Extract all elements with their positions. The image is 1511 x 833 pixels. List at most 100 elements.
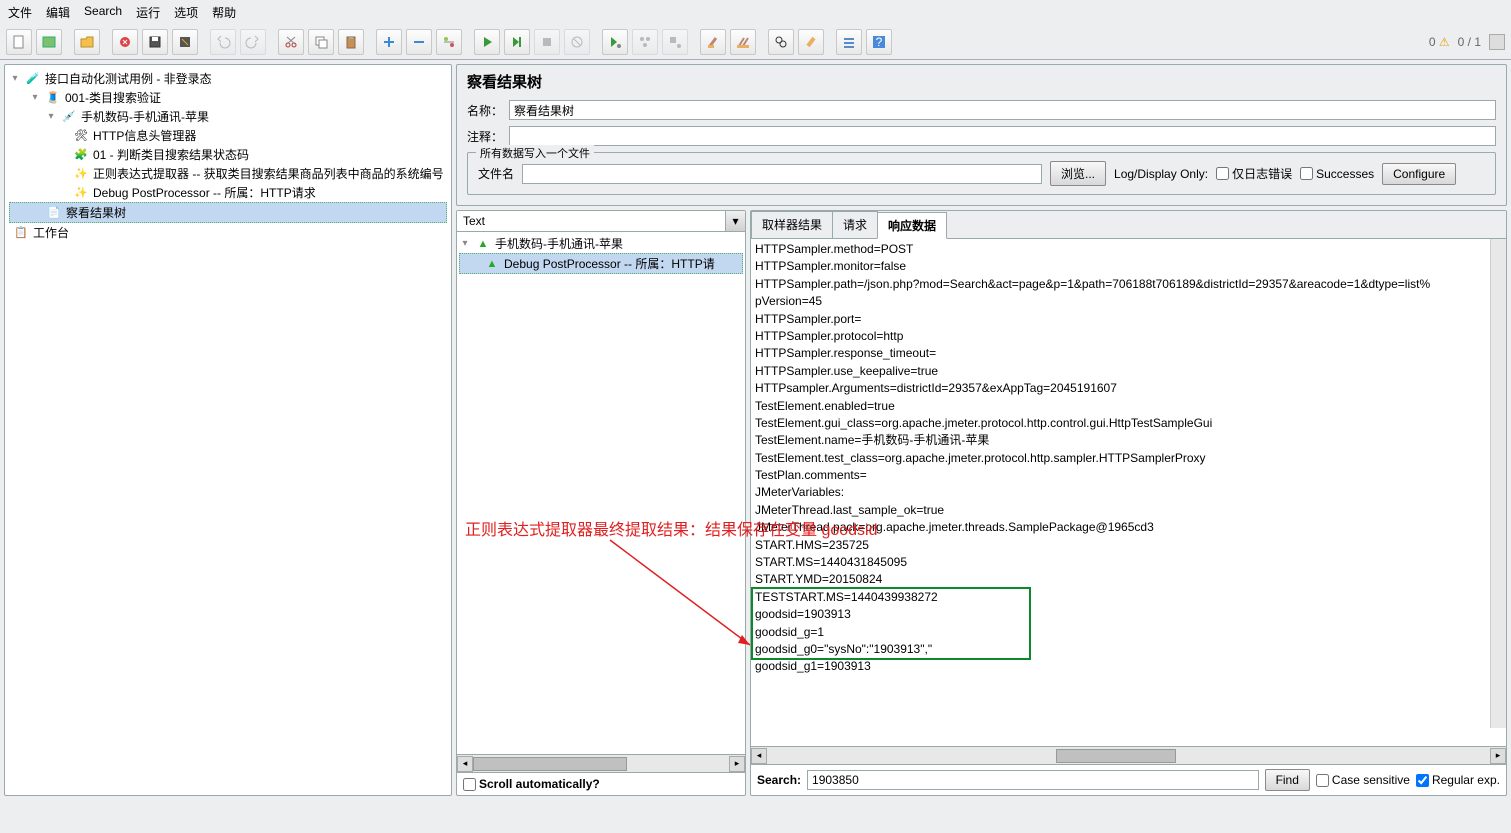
results-list-panel: ▾ ▾▲手机数码-手机通讯-苹果 ▲Debug PostProcessor --…	[456, 210, 746, 796]
page-icon: 📄	[46, 205, 62, 221]
expand-icon[interactable]	[376, 29, 402, 55]
remote-start-icon[interactable]	[602, 29, 628, 55]
menu-edit[interactable]: 编辑	[46, 4, 70, 21]
tab-request[interactable]: 请求	[832, 211, 878, 238]
spool-icon: 🧵	[45, 90, 61, 106]
search-tree-icon[interactable]	[768, 29, 794, 55]
tree-workbench[interactable]: 📋工作台	[9, 223, 447, 242]
menu-run[interactable]: 运行	[136, 4, 160, 21]
response-line: pVersion=45	[755, 293, 1502, 310]
scroll-auto-checkbox[interactable]: Scroll automatically?	[463, 777, 600, 791]
success-icon: ▲	[475, 236, 491, 252]
saveas-icon[interactable]	[172, 29, 198, 55]
menu-search[interactable]: Search	[84, 4, 122, 21]
paste-icon[interactable]	[338, 29, 364, 55]
result-debug[interactable]: ▲Debug PostProcessor -- 所属：HTTP请	[459, 253, 743, 274]
tree-testplan[interactable]: ▾🧪接口自动化测试用例 - 非登录态	[9, 69, 447, 88]
dropdown-arrow-icon[interactable]: ▾	[725, 211, 745, 231]
menu-file[interactable]: 文件	[8, 4, 32, 21]
response-line: goodsid_g0="sysNo":"1903913","	[755, 641, 1502, 658]
copy-icon[interactable]	[308, 29, 334, 55]
menu-bar: 文件 编辑 Search 运行 选项 帮助	[0, 0, 1511, 25]
undo-icon[interactable]	[210, 29, 236, 55]
response-line: HTTPSampler.protocol=http	[755, 328, 1502, 345]
stop-icon[interactable]	[534, 29, 560, 55]
tab-response-data[interactable]: 响应数据	[877, 212, 947, 239]
case-sensitive-checkbox[interactable]: Case sensitive	[1316, 773, 1410, 787]
mid-hscroll[interactable]: ◂▸	[457, 754, 745, 772]
clear-all-icon[interactable]	[730, 29, 756, 55]
new-icon[interactable]	[6, 29, 32, 55]
status-box	[1489, 34, 1505, 50]
assert-icon: 🧩	[73, 147, 89, 163]
pipette-icon: 💉	[61, 109, 77, 125]
templates-icon[interactable]	[36, 29, 62, 55]
file-label: 文件名	[478, 165, 514, 182]
tree-threadgroup[interactable]: ▾🧵001-类目搜索验证	[9, 88, 447, 107]
find-button[interactable]: Find	[1265, 769, 1310, 791]
configure-button[interactable]: Configure	[1382, 163, 1456, 185]
tree-results-tree[interactable]: 📄察看结果树	[9, 202, 447, 223]
regex-checkbox[interactable]: Regular exp.	[1416, 773, 1500, 787]
response-panel: 取样器结果 请求 响应数据 HTTPSampler.method=POSTHTT…	[750, 210, 1507, 796]
response-line: HTTPSampler.response_timeout=	[755, 345, 1502, 362]
browse-button[interactable]: 浏览...	[1050, 161, 1106, 186]
response-line: HTTPSampler.port=	[755, 311, 1502, 328]
collapse-icon[interactable]	[406, 29, 432, 55]
cut-icon[interactable]	[278, 29, 304, 55]
name-input[interactable]	[509, 100, 1496, 120]
clipboard-icon: 📋	[13, 225, 29, 241]
start-icon[interactable]	[474, 29, 500, 55]
only-errors-checkbox[interactable]: 仅日志错误	[1216, 165, 1292, 182]
fieldset-legend: 所有数据写入一个文件	[476, 145, 594, 161]
response-hscroll[interactable]: ◂▸	[751, 746, 1506, 764]
response-line: START.YMD=20150824	[755, 571, 1502, 588]
tree-header-manager[interactable]: 🛠HTTP信息头管理器	[9, 126, 447, 145]
name-label: 名称：	[467, 102, 503, 119]
response-line: goodsid_g=1	[755, 624, 1502, 641]
reset-search-icon[interactable]	[798, 29, 824, 55]
remote-start-all-icon[interactable]	[632, 29, 658, 55]
successes-checkbox[interactable]: Successes	[1300, 167, 1374, 181]
tree-regex-extractor[interactable]: ✨正则表达式提取器 -- 获取类目搜索结果商品列表中商品的系统编号	[9, 164, 447, 183]
result-sample[interactable]: ▾▲手机数码-手机通讯-苹果	[459, 234, 743, 253]
response-body[interactable]: HTTPSampler.method=POSTHTTPSampler.monit…	[751, 239, 1506, 746]
open-icon[interactable]	[74, 29, 100, 55]
menu-help[interactable]: 帮助	[212, 4, 236, 21]
vscroll[interactable]	[1490, 239, 1506, 728]
response-line: HTTPSampler.method=POST	[755, 241, 1502, 258]
tree-debug-post[interactable]: ✨Debug PostProcessor -- 所属：HTTP请求	[9, 183, 447, 202]
response-line: START.MS=1440431845095	[755, 554, 1502, 571]
help-icon[interactable]: ?	[866, 29, 892, 55]
tree-assertion[interactable]: 🧩01 - 判断类目搜索结果状态码	[9, 145, 447, 164]
test-plan-tree[interactable]: ▾🧪接口自动化测试用例 - 非登录态 ▾🧵001-类目搜索验证 ▾💉手机数码-手…	[4, 64, 452, 796]
config-icon: 🛠	[73, 128, 89, 144]
logdisplay-label: Log/Display Only:	[1114, 167, 1208, 181]
tree-sampler[interactable]: ▾💉手机数码-手机通讯-苹果	[9, 107, 447, 126]
search-input[interactable]	[807, 770, 1259, 790]
renderer-dropdown[interactable]	[457, 211, 725, 231]
tab-sampler-result[interactable]: 取样器结果	[751, 211, 833, 238]
response-line: goodsid_g1=1903913	[755, 658, 1502, 675]
response-line: goodsid=1903913	[755, 606, 1502, 623]
search-label: Search:	[757, 773, 801, 787]
toggle-icon[interactable]	[436, 29, 462, 55]
function-helper-icon[interactable]	[836, 29, 862, 55]
close-icon[interactable]	[112, 29, 138, 55]
start-notimers-icon[interactable]	[504, 29, 530, 55]
save-icon[interactable]	[142, 29, 168, 55]
clear-icon[interactable]	[700, 29, 726, 55]
response-line: START.HMS=235725	[755, 537, 1502, 554]
comment-label: 注释：	[467, 128, 503, 145]
remote-stop-icon[interactable]	[662, 29, 688, 55]
response-line: TESTSTART.MS=1440439938272	[755, 589, 1502, 606]
response-line: HTTPSampler.monitor=false	[755, 258, 1502, 275]
redo-icon[interactable]	[240, 29, 266, 55]
menu-options[interactable]: 选项	[174, 4, 198, 21]
response-line: TestElement.gui_class=org.apache.jmeter.…	[755, 415, 1502, 432]
comment-input[interactable]	[509, 126, 1496, 146]
component-header: 察看结果树 名称： 注释： 所有数据写入一个文件 文件名 浏览... Log/D…	[456, 64, 1507, 206]
wand-icon: ✨	[73, 185, 89, 201]
shutdown-icon[interactable]	[564, 29, 590, 55]
filename-input[interactable]	[522, 164, 1042, 184]
